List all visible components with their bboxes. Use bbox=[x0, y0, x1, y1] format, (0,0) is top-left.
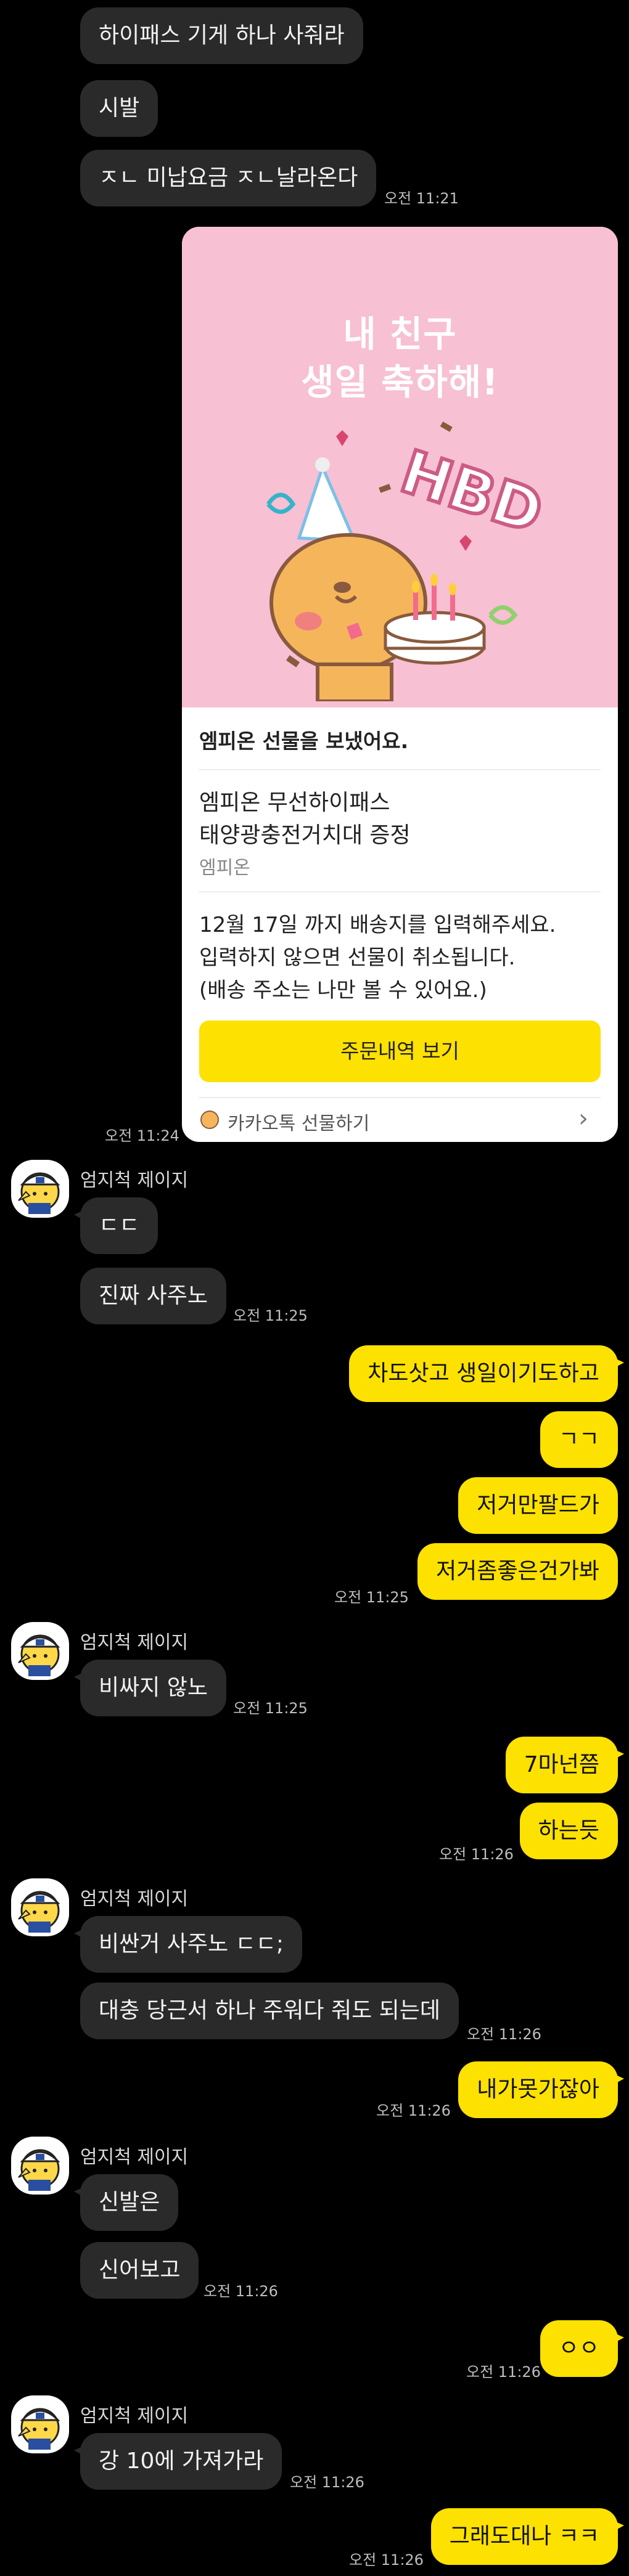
message-time: 오전 11:26 bbox=[204, 2283, 278, 2300]
message-bubble[interactable]: 내가못가잖아 bbox=[458, 2061, 624, 2118]
chevron-right-icon: › bbox=[578, 1104, 588, 1133]
sender-name: 엄지척 제이지 bbox=[80, 1632, 189, 1653]
message-time: 오전 11:24 bbox=[105, 1127, 179, 1144]
message-bubble[interactable]: 강 10에 가져가라 bbox=[73, 2433, 282, 2490]
sender-name: 엄지척 제이지 bbox=[80, 1888, 189, 1910]
avatar[interactable] bbox=[11, 1878, 69, 1936]
message-bubble[interactable]: 7마넌쯤 bbox=[505, 1737, 625, 1793]
cap-emoji-avatar-icon bbox=[18, 1891, 60, 1933]
message-bubble[interactable]: 비싼거 사주노 ㄷㄷ; bbox=[74, 1916, 302, 1973]
message-time: 오전 11:26 bbox=[467, 2026, 541, 2043]
avatar[interactable] bbox=[11, 2395, 69, 2453]
gift-card-header: 내 친구 생일 축하해! HBD bbox=[182, 227, 618, 707]
order-history-button[interactable]: 주문내역 보기 bbox=[199, 1021, 601, 1082]
message-bubble[interactable]: 하이패스 기게 하나 사줘라 bbox=[80, 7, 363, 64]
ryan-gift-icon bbox=[200, 1111, 219, 1129]
avatar[interactable] bbox=[11, 1160, 69, 1218]
delivery-notice-line1: 12월 17일 까지 배송지를 입력해주세요. bbox=[199, 913, 556, 937]
message-bubble[interactable]: 차도삿고 생일이기도하고 bbox=[349, 1345, 624, 1402]
divider bbox=[199, 891, 601, 892]
gift-card[interactable]: 내 친구 생일 축하해! HBD 엠피온 선물을 보냈어요. 엠피온 무선하이패… bbox=[182, 227, 618, 1142]
message-time: 오전 11:25 bbox=[233, 1307, 308, 1324]
avatar[interactable] bbox=[11, 2137, 69, 2195]
message-time: 오전 11:21 bbox=[384, 190, 459, 207]
delivery-notice-line2: 입력하지 않으면 선물이 취소됩니다. bbox=[199, 945, 516, 970]
message-bubble[interactable]: 신어보고 bbox=[80, 2242, 199, 2299]
cap-emoji-avatar-icon bbox=[18, 2149, 60, 2191]
gift-sent-label: 엠피온 선물을 보냈어요. bbox=[199, 729, 409, 753]
message-bubble[interactable]: ㅇㅇ bbox=[540, 2320, 625, 2377]
message-time: 오전 11:26 bbox=[376, 2102, 451, 2119]
message-bubble[interactable]: ㄱㄱ bbox=[540, 1411, 618, 1468]
sender-name: 엄지척 제이지 bbox=[80, 2146, 189, 2168]
message-time: 오전 11:26 bbox=[290, 2474, 364, 2491]
message-bubble[interactable]: 하는듯 bbox=[519, 1803, 618, 1859]
avatar[interactable] bbox=[11, 1622, 69, 1680]
cap-emoji-avatar-icon bbox=[18, 1634, 60, 1676]
message-time: 오전 11:26 bbox=[466, 2363, 541, 2381]
gift-footer-label: 카카오톡 선물하기 bbox=[228, 1113, 370, 1135]
divider bbox=[199, 769, 601, 770]
divider bbox=[199, 1097, 601, 1098]
message-bubble[interactable]: ㄷㄷ bbox=[73, 1197, 158, 1254]
product-name-line1: 엠피온 무선하이패스 bbox=[199, 790, 390, 815]
gift-footer[interactable]: 카카오톡 선물하기 › bbox=[199, 1102, 601, 1139]
message-time: 오전 11:25 bbox=[334, 1589, 409, 1606]
hbd-balloon-text: HBD bbox=[393, 437, 551, 547]
message-time: 오전 11:26 bbox=[349, 2551, 424, 2569]
gift-card-title-line2: 생일 축하해! bbox=[301, 361, 499, 403]
sender-name: 엄지척 제이지 bbox=[80, 1170, 189, 1191]
message-bubble[interactable]: 저거좀좋은건가봐 bbox=[417, 1543, 618, 1600]
message-bubble[interactable]: 신발은 bbox=[73, 2174, 179, 2231]
gift-card-title-line1: 내 친구 bbox=[343, 313, 457, 355]
cap-emoji-avatar-icon bbox=[18, 2408, 60, 2450]
message-time: 오전 11:25 bbox=[233, 1700, 308, 1717]
product-brand: 엠피온 bbox=[199, 857, 250, 879]
birthday-illustration: HBD bbox=[266, 422, 552, 701]
product-name-line2: 태양광충전거치대 증정 bbox=[199, 823, 411, 848]
message-bubble[interactable]: 진짜 사주노 bbox=[80, 1268, 227, 1324]
message-bubble[interactable]: 저거만팔드가 bbox=[458, 1477, 618, 1534]
message-time: 오전 11:26 bbox=[439, 1846, 514, 1863]
message-bubble[interactable]: ㅈㄴ 미납요금 ㅈㄴ날라온다 bbox=[80, 150, 377, 206]
message-bubble[interactable]: 대충 당근서 하나 주워다 줘도 되는데 bbox=[80, 1983, 459, 2039]
message-bubble[interactable]: 그래도대나 ㅋㅋ bbox=[430, 2508, 625, 2565]
cap-emoji-avatar-icon bbox=[18, 1172, 60, 1214]
delivery-notice-line3: (배송 주소는 나만 볼 수 있어요.) bbox=[199, 978, 487, 1003]
sender-name: 엄지척 제이지 bbox=[80, 2405, 189, 2427]
message-bubble[interactable]: 비싸지 않노 bbox=[73, 1660, 227, 1716]
message-bubble[interactable]: 시발 bbox=[80, 80, 158, 137]
